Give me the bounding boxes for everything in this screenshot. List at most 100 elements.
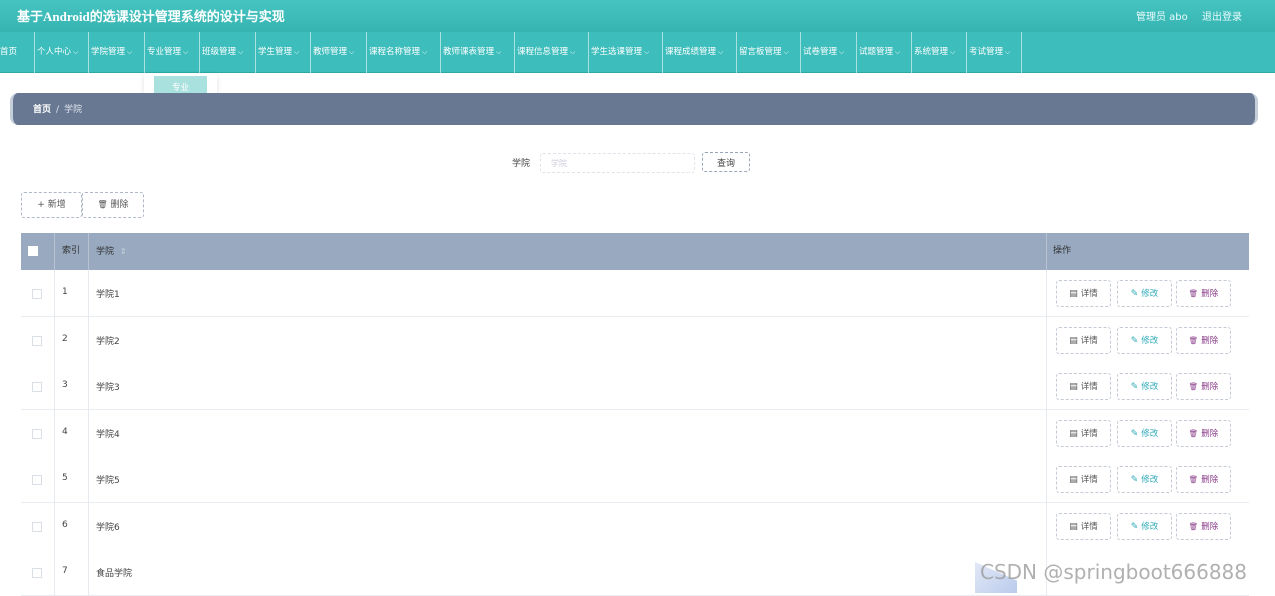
detail-button[interactable]: ▤ 详情 <box>1056 373 1111 400</box>
pencil-icon: ✎ <box>1130 428 1139 439</box>
add-button-label: 新增 <box>47 200 66 210</box>
row-college-name: 学院4 <box>96 429 120 440</box>
table-row: 4 学院4 ▤ 详情 ✎ 修改 🗑 删除 <box>21 409 1249 457</box>
pencil-icon: ✎ <box>1130 521 1139 532</box>
nav-item-label: 课程名称管理 <box>369 47 421 57</box>
row-checkbox[interactable] <box>32 568 42 578</box>
detail-button[interactable]: ▤ 详情 <box>1056 326 1111 354</box>
row-checkbox[interactable] <box>32 335 42 346</box>
chevron-down-icon: ⌵ <box>570 48 576 56</box>
nav-exam-management[interactable]: 考试管理 ⌵ <box>967 32 1022 73</box>
trash-icon: 🗑 <box>97 200 108 209</box>
nav-home[interactable]: 首页 <box>0 32 35 73</box>
chevron-down-icon: ⌵ <box>895 48 901 56</box>
pencil-icon: ✎ <box>1130 475 1139 485</box>
column-header-name[interactable]: 学院 ⇕ <box>96 233 127 270</box>
nav-teacher-schedule-management[interactable]: 教师课表管理 ⌵ <box>441 32 515 73</box>
nav-course-name-management[interactable]: 课程名称管理 ⌵ <box>367 32 441 73</box>
nav-college-management[interactable]: 学院管理 ⌵ <box>89 32 145 73</box>
sort-icon[interactable]: ⇕ <box>120 247 127 256</box>
row-index: 4 <box>62 426 68 437</box>
nav-major-management[interactable]: 专业管理 ⌵ <box>145 32 200 73</box>
edit-button[interactable]: ✎ 修改 <box>1117 373 1172 400</box>
nav-exam-paper-management[interactable]: 试卷管理 ⌵ <box>801 32 857 73</box>
row-index: 1 <box>62 287 68 297</box>
nav-item-label: 课程信息管理 <box>517 47 569 57</box>
document-icon: ▤ <box>1069 382 1078 392</box>
column-header-actions: 操作 <box>1053 246 1072 256</box>
nav-item-label: 试卷管理 <box>803 47 838 57</box>
row-college-name: 食品学院 <box>96 569 133 579</box>
nav-item-label: 学生选课管理 <box>591 47 643 57</box>
nav-message-board-management[interactable]: 留言板管理 ⌵ <box>737 32 801 73</box>
delete-button[interactable]: 🗑 删除 <box>1176 466 1231 493</box>
nav-system-management[interactable]: 系统管理 ⌵ <box>912 32 967 73</box>
detail-button[interactable]: ▤ 详情 <box>1056 419 1111 447</box>
edit-button[interactable]: ✎ 修改 <box>1117 326 1172 354</box>
edit-button[interactable]: ✎ 修改 <box>1117 466 1172 493</box>
table-row: 6 学院6 ▤ 详情 ✎ 修改 🗑 删除 <box>21 502 1249 550</box>
row-checkbox[interactable] <box>32 475 42 485</box>
detail-button[interactable]: ▤ 详情 <box>1056 466 1111 493</box>
nav-class-management[interactable]: 班级管理 ⌵ <box>200 32 256 73</box>
nav-personal-center[interactable]: 个人中心 ⌵ <box>35 32 89 73</box>
nav-student-course-selection[interactable]: 学生选课管理 ⌵ <box>589 32 663 73</box>
delete-button[interactable]: 🗑 删除 <box>1176 512 1231 540</box>
plus-icon: + <box>37 200 45 210</box>
edit-button[interactable]: ✎ 修改 <box>1117 512 1172 540</box>
document-icon: ▤ <box>1069 289 1078 299</box>
nav-item-label: 班级管理 <box>202 47 237 57</box>
row-college-name: 学院6 <box>96 522 120 533</box>
breadcrumb-home[interactable]: 首页 <box>33 105 51 115</box>
breadcrumb-separator: / <box>56 105 60 115</box>
delete-button[interactable]: 🗑 删除 <box>1176 373 1231 400</box>
nav-student-management[interactable]: 学生管理 ⌵ <box>256 32 311 73</box>
chevron-down-icon: ⌵ <box>127 48 133 56</box>
table-row: 5 学院5 ▤ 详情 ✎ 修改 🗑 删除 <box>21 456 1249 503</box>
trash-icon: 🗑 <box>1188 382 1199 391</box>
app-title: 基于Android的选课设计管理系统的设计与实现 <box>17 9 285 24</box>
nav-item-label: 课程成绩管理 <box>665 47 717 57</box>
chevron-down-icon: ⌵ <box>183 48 189 56</box>
row-index: 3 <box>62 380 68 390</box>
add-button[interactable]: + 新增 <box>21 192 82 218</box>
row-college-name: 学院1 <box>96 290 120 300</box>
detail-button[interactable]: ▤ 详情 <box>1056 512 1111 540</box>
nav-course-grade-management[interactable]: 课程成绩管理 ⌵ <box>663 32 737 73</box>
row-checkbox[interactable] <box>32 382 42 392</box>
nav-item-label: 考试管理 <box>969 47 1004 57</box>
current-user-label: 管理员 abo <box>1136 12 1188 23</box>
delete-button[interactable]: 🗑 删除 <box>1176 326 1231 354</box>
nav-teacher-management[interactable]: 教师管理 ⌵ <box>311 32 367 73</box>
nav-course-info-management[interactable]: 课程信息管理 ⌵ <box>515 32 589 73</box>
select-all-checkbox[interactable] <box>28 246 38 256</box>
nav-item-label: 首页 <box>0 47 18 57</box>
row-index: 5 <box>62 473 68 483</box>
breadcrumb-current: 学院 <box>64 105 83 115</box>
nav-item-label: 试题管理 <box>859 47 894 57</box>
chevron-down-icon: ⌵ <box>718 48 724 56</box>
search-input[interactable] <box>540 153 695 173</box>
document-icon: ▤ <box>1069 521 1078 532</box>
batch-delete-button[interactable]: 🗑 删除 <box>82 192 144 218</box>
logout-link[interactable]: 退出登录 <box>1202 8 1242 23</box>
delete-button[interactable]: 🗑 删除 <box>1176 280 1231 307</box>
search-button[interactable]: 查询 <box>702 152 750 172</box>
main-nav: 首页 个人中心 ⌵ 学院管理 ⌵ 专业管理 ⌵ 班级管理 ⌵ 学生管理 ⌵ 教师管理 ⌵ 课程名称管理 ⌵ 教… <box>0 32 1275 73</box>
row-index: 7 <box>62 566 68 576</box>
document-icon: ▤ <box>1069 428 1078 439</box>
row-checkbox[interactable] <box>32 521 42 532</box>
document-icon: ▤ <box>1069 335 1078 346</box>
nav-item-label: 学院管理 <box>91 47 126 57</box>
edit-button[interactable]: ✎ 修改 <box>1117 280 1172 307</box>
detail-button[interactable]: ▤ 详情 <box>1056 280 1111 307</box>
nav-item-label: 教师课表管理 <box>443 47 495 57</box>
nav-question-management[interactable]: 试题管理 ⌵ <box>857 32 912 73</box>
row-checkbox[interactable] <box>32 289 42 299</box>
delete-button[interactable]: 🗑 删除 <box>1176 419 1231 447</box>
chevron-down-icon: ⌵ <box>349 48 355 56</box>
row-checkbox[interactable] <box>32 428 42 439</box>
title-bar: 基于Android的选课设计管理系统的设计与实现 管理员 abo 退出登录 <box>0 0 1275 32</box>
edit-button[interactable]: ✎ 修改 <box>1117 419 1172 447</box>
column-header-index: 索引 <box>62 246 81 256</box>
